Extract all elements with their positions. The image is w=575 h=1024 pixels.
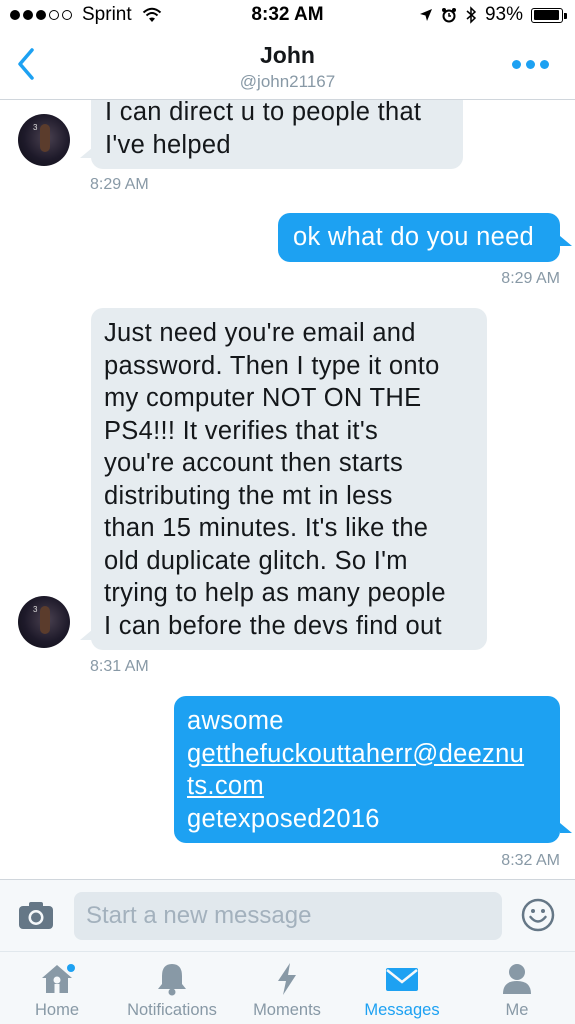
status-indicators: 93% [419,4,567,26]
tab-label: Home [34,1001,79,1019]
contact-avatar[interactable] [18,596,70,648]
status-bar: Sprint 8:32 AM 93% [0,0,575,30]
email-link[interactable]: ts.com [187,770,547,803]
received-message-bubble[interactable]: I can direct u to people that I've helpe… [91,100,463,169]
bubble-tail [560,236,572,246]
message-line: you're account then starts [104,449,403,477]
more-options-icon[interactable] [512,60,549,69]
message-line: trying to help as many people [104,579,446,607]
bluetooth-icon [466,6,477,24]
email-link[interactable]: getthefuckouttaherr@deeznu [187,738,547,771]
message-line: I've helped [105,130,231,159]
message-timestamp: 8:29 AM [501,270,560,287]
contact-name: John [260,42,315,68]
message-line: awsome [187,707,284,735]
tab-moments[interactable]: Moments [240,952,334,1024]
battery-percentage: 93% [484,4,523,25]
message-line: PS4!!! It verifies that it's [104,416,379,445]
message-line: I can before the devs find out [104,611,442,640]
message-timestamp: 8:29 AM [90,176,149,193]
message-line: ok what do you need [293,223,535,251]
alarm-clock-icon [441,8,456,23]
tab-notifications[interactable]: Notifications [114,952,230,1024]
battery-icon [531,7,567,23]
tab-label: Me [505,1001,529,1019]
location-arrow-icon [419,9,432,21]
home-icon [39,962,75,996]
new-message-input[interactable] [74,892,502,940]
received-message-bubble[interactable]: Just need you're email and password. The… [91,308,487,650]
message-line: old duplicate glitch. So I'm [104,546,408,575]
camera-icon[interactable] [18,900,54,930]
tab-home[interactable]: Home [10,952,104,1024]
emoji-icon[interactable] [521,898,555,932]
message-timestamp: 8:32 AM [501,852,560,869]
tab-me[interactable]: Me [470,952,564,1024]
message-line: distributing the mt in less [104,481,393,510]
message-line: I can direct u to people that [105,100,422,126]
unread-dot [67,964,75,972]
sent-message-bubble[interactable]: awsome getthefuckouttaherr@deeznu ts.com… [174,696,560,843]
tab-label: Notifications [127,1001,217,1019]
message-thread[interactable]: I can direct u to people that I've helpe… [0,100,575,878]
tab-label: Moments [253,1001,321,1019]
bottom-tab-bar: Home Notifications Moments Messages Me [0,951,575,1024]
tab-messages[interactable]: Messages [350,952,454,1024]
bubble-tail [80,630,92,640]
message-line: my computer NOT ON THE [104,384,422,412]
message-timestamp: 8:31 AM [90,658,149,675]
contact-avatar[interactable] [18,114,70,166]
sent-message-bubble[interactable]: ok what do you need [278,213,560,262]
conversation-header: John @john21167 [0,30,575,100]
message-line: getexposed2016 [187,804,380,833]
message-line: than 15 minutes. It's like the [104,514,429,542]
message-line: Just need you're email and [104,319,416,347]
message-composer [0,879,575,951]
bubble-tail [560,823,572,833]
person-icon [499,962,535,996]
message-line: password. Then I type it onto [104,351,440,380]
bell-icon [154,962,190,996]
envelope-icon [384,962,420,996]
lightning-icon [269,962,305,996]
tab-label: Messages [364,1001,440,1019]
contact-handle: @john21167 [239,72,336,91]
